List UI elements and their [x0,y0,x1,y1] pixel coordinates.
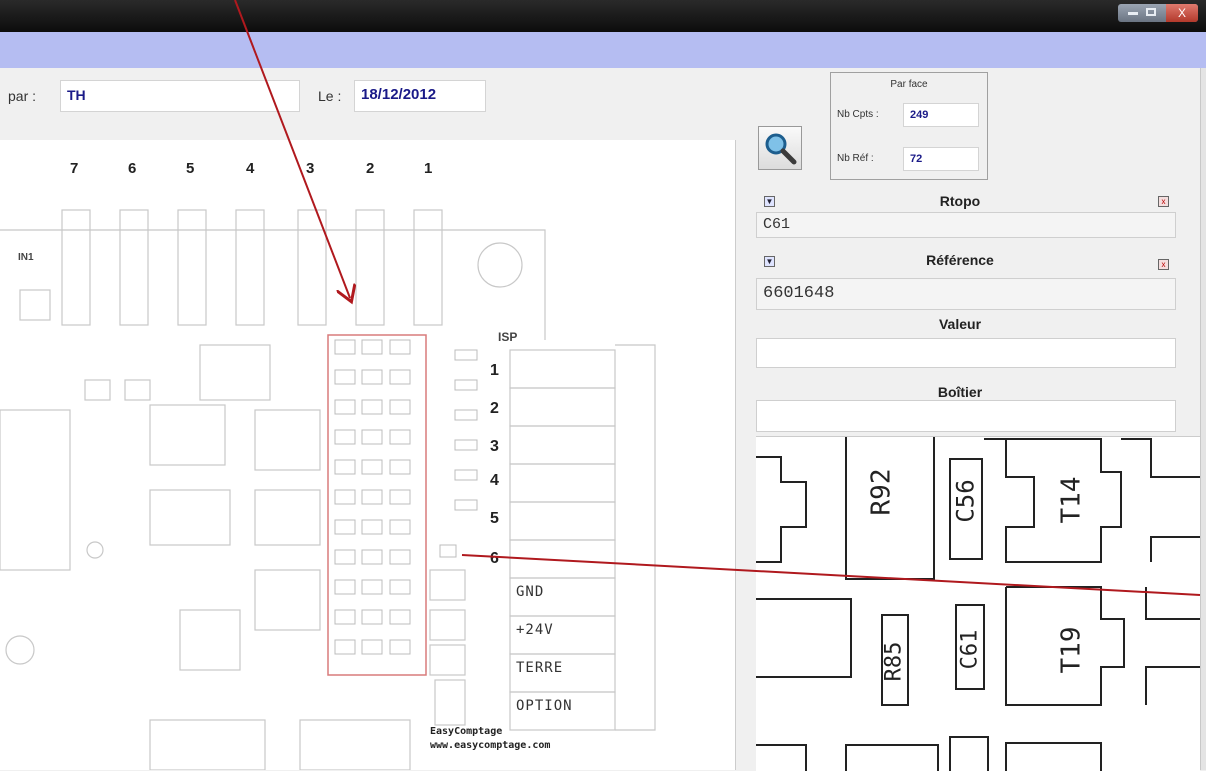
nb-cpts-field: 249 [903,103,979,127]
brand-url: www.easycomptage.com [430,740,551,751]
search-button[interactable] [758,126,802,170]
maximize-icon[interactable] [1146,8,1156,16]
per-face-title: Par face [890,79,928,90]
reference-label: Référence [926,252,994,268]
reference-dropdown-button[interactable]: ▼ [764,256,775,267]
pcb-schematic [0,209,656,770]
isp-pin-number: 2 [490,400,499,417]
column-number: 6 [128,160,137,177]
rtopo-dropdown-button[interactable]: ▼ [764,196,775,207]
date-field[interactable]: 18/12/2012 [354,80,486,112]
par-label: par : [8,88,37,104]
close-button[interactable]: X [1166,4,1198,22]
nb-cpts-label: Nb Cpts : [837,109,879,120]
zoom-label-t19: T19 [1056,626,1087,674]
pcb-drawing-view[interactable]: 7 6 5 4 3 2 1 IN1 ISP 1 2 3 4 5 6 GND +2… [0,140,736,770]
isp-pin-number: 1 [490,362,499,379]
isp-pin-number: 6 [490,550,499,567]
zoom-label-r85: R85 [881,641,907,682]
rtopo-field[interactable]: C61 [756,212,1176,238]
reference-clear-button[interactable]: x [1158,259,1169,270]
scrollbar[interactable] [1200,68,1206,770]
zoom-label-c56: C56 [951,479,980,523]
rtopo-label: Rtopo [939,193,981,209]
isp-pin-number: 3 [490,438,499,455]
in-label: IN1 [18,252,34,263]
column-number: 4 [246,160,255,177]
connector-label: TERRE [516,660,564,676]
nb-ref-field: 72 [903,147,979,171]
date-label: Le : [318,88,342,104]
reference-field[interactable]: 6601648 [756,278,1176,310]
valeur-label: Valeur [938,316,982,332]
par-field[interactable]: TH [60,80,300,112]
connector-label: +24V [516,622,554,638]
valeur-field[interactable] [756,338,1176,368]
connector-label: OPTION [516,698,573,714]
isp-label: ISP [498,330,518,344]
zoom-label-t14: T14 [1056,476,1087,524]
window-controls: X [1118,4,1198,22]
boitier-field[interactable] [756,400,1176,432]
menu-bar [0,32,1206,68]
column-number: 7 [70,160,79,177]
per-face-box: Par face Nb Cpts : 249 Nb Réf : 72 [830,72,988,180]
magnifier-icon [765,133,797,165]
connector-label: GND [516,584,545,600]
brand-label: EasyComptage [430,726,503,737]
minimize-icon[interactable] [1128,12,1138,15]
rtopo-clear-button[interactable]: x [1158,196,1169,207]
title-bar: X [0,0,1206,32]
zoom-label-r92: R92 [866,468,897,516]
column-number: 3 [306,160,315,177]
column-number: 2 [366,160,375,177]
column-number: 5 [186,160,195,177]
boitier-label: Boîtier [937,384,983,400]
zoom-view[interactable]: R92 C56 T14 R85 C61 T19 [756,436,1200,771]
isp-pin-number: 4 [490,472,499,489]
column-number: 1 [424,160,433,177]
nb-ref-label: Nb Réf : [837,153,874,164]
zoom-label-c61: C61 [957,629,983,670]
isp-pin-number: 5 [490,510,499,527]
